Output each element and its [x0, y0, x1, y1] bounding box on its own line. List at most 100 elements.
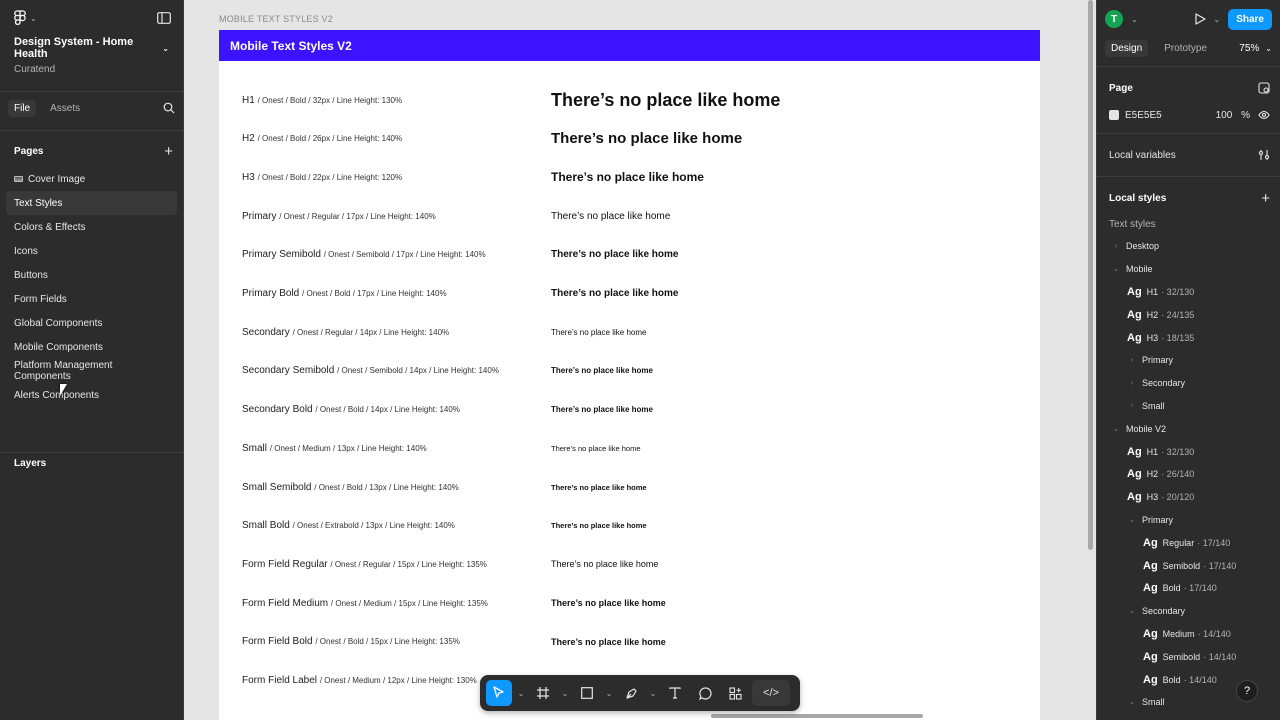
add-style-icon[interactable]: + — [1261, 190, 1270, 207]
search-icon[interactable] — [163, 102, 175, 114]
text-style-row[interactable]: Form Field Medium / Onest / Medium / 15p… — [242, 595, 1022, 611]
chevron-down-icon[interactable]: ⌄ — [1127, 607, 1137, 615]
text-style-row[interactable]: Small Semibold / Onest / Bold / 13px / L… — [242, 479, 1022, 495]
tab-design[interactable]: Design — [1105, 39, 1149, 57]
text-style-item[interactable]: Ag Regular · 17/140 — [1097, 531, 1280, 554]
chevron-right-icon[interactable]: › — [1127, 380, 1137, 387]
page-item[interactable]: Form Fields — [6, 287, 177, 311]
page-item[interactable]: Icons — [6, 239, 177, 263]
dev-mode-button[interactable]: </> — [752, 680, 790, 706]
text-style-item[interactable]: AgMedium· 13/140 — [1097, 714, 1280, 720]
text-style-row[interactable]: Primary Semibold / Onest / Semibold / 17… — [242, 247, 1022, 263]
comment-tool-button[interactable] — [692, 680, 718, 706]
text-style-row[interactable]: Secondary Bold / Onest / Bold / 14px / L… — [242, 402, 1022, 418]
chevron-down-icon[interactable]: ⌄ — [516, 689, 526, 698]
tree-item-meta: · 17/140 — [1197, 537, 1231, 548]
zoom-dropdown[interactable]: 75% ⌄ — [1239, 43, 1272, 54]
page-item[interactable]: Buttons — [6, 263, 177, 287]
text-style-item[interactable]: Ag H2 · 26/140 — [1097, 463, 1280, 486]
canvas[interactable]: MOBILE TEXT STYLES V2 Mobile Text Styles… — [185, 0, 1096, 720]
style-group[interactable]: › Primary — [1097, 349, 1280, 372]
style-group[interactable]: ⌄ Primary — [1097, 509, 1280, 532]
help-button[interactable]: ? — [1236, 680, 1258, 702]
text-style-row[interactable]: Secondary Semibold / Onest / Semibold / … — [242, 363, 1022, 379]
page-item[interactable]: Global Components — [6, 311, 177, 335]
tab-file[interactable]: File — [8, 99, 37, 117]
frame-tool-button[interactable] — [530, 680, 556, 706]
add-page-icon[interactable]: + — [164, 143, 173, 160]
text-style-item[interactable]: Ag H1 · 32/130 — [1097, 440, 1280, 463]
tab-prototype[interactable]: Prototype — [1158, 40, 1213, 57]
text-style-row[interactable]: Secondary / Onest / Regular / 14px / Lin… — [242, 324, 1022, 340]
sidebar-toggle-icon[interactable] — [157, 12, 171, 24]
page-item[interactable]: Platform Management Components — [6, 359, 177, 383]
vertical-scrollbar[interactable] — [1088, 0, 1093, 550]
text-style-item[interactable]: Ag Semibold · 17/140 — [1097, 554, 1280, 577]
text-style-item[interactable]: Ag H1 · 32/130 — [1097, 281, 1280, 304]
color-swatch[interactable] — [1109, 110, 1119, 120]
eye-icon[interactable] — [1258, 110, 1270, 120]
text-style-row[interactable]: Small / Onest / Medium / 13px / Line Hei… — [242, 440, 1022, 456]
text-tool-button[interactable] — [662, 680, 688, 706]
page-item[interactable]: Text Styles — [6, 191, 177, 215]
style-group[interactable]: › Secondary — [1097, 372, 1280, 395]
text-style-row[interactable]: Primary / Onest / Regular / 17px / Line … — [242, 208, 1022, 224]
library-icon[interactable] — [1258, 82, 1270, 94]
style-group[interactable]: › Small — [1097, 395, 1280, 418]
page-item[interactable]: Alerts Components — [6, 383, 177, 407]
chevron-right-icon[interactable]: › — [1127, 402, 1137, 409]
chevron-down-icon[interactable]: ⌄ — [1111, 425, 1121, 433]
chevron-down-icon[interactable]: ⌄ — [560, 689, 570, 698]
shape-tool-button[interactable] — [574, 680, 600, 706]
text-style-item[interactable]: Ag Bold · 17/140 — [1097, 577, 1280, 600]
move-tool-button[interactable] — [486, 680, 512, 706]
page-item[interactable]: Colors & Effects — [6, 215, 177, 239]
text-style-row[interactable]: H1 / Onest / Bold / 32px / Line Height: … — [242, 90, 1022, 110]
frame-label[interactable]: MOBILE TEXT STYLES V2 — [219, 14, 333, 24]
style-group[interactable]: › Desktop — [1097, 235, 1280, 258]
actions-tool-button[interactable] — [722, 680, 748, 706]
text-styles-frame[interactable]: Mobile Text Styles V2 H1 / Onest / Bold … — [219, 30, 1040, 720]
chevron-right-icon[interactable]: › — [1127, 357, 1137, 364]
text-style-row[interactable]: H3 / Onest / Bold / 22px / Line Height: … — [242, 169, 1022, 185]
local-variables-row[interactable]: Local variables — [1097, 140, 1280, 170]
text-style-row[interactable]: Form Field Regular / Onest / Regular / 1… — [242, 556, 1022, 572]
tree-item-label: Small — [1142, 400, 1165, 411]
text-style-row[interactable]: Primary Bold / Onest / Bold / 17px / Lin… — [242, 286, 1022, 302]
page-item[interactable]: Mobile Components — [6, 335, 177, 359]
chevron-down-icon[interactable]: ⌄ — [1127, 698, 1137, 706]
text-style-item[interactable]: Ag Semibold · 14/140 — [1097, 645, 1280, 668]
project-name[interactable]: Design System - Home Health ⌄ — [14, 36, 169, 60]
text-style-item[interactable]: Ag H3 · 18/135 — [1097, 326, 1280, 349]
chevron-down-icon[interactable]: ⌄ — [604, 689, 614, 698]
horizontal-scrollbar[interactable] — [711, 714, 923, 718]
text-style-item[interactable]: Ag H3 · 20/120 — [1097, 486, 1280, 509]
chevron-down-icon[interactable]: ⌄ — [1111, 265, 1121, 273]
main-menu[interactable]: ⌄ — [14, 10, 37, 26]
style-group[interactable]: ⌄ Secondary — [1097, 600, 1280, 623]
style-meta: / Onest / Medium / 13px / Line Height: 1… — [269, 443, 427, 453]
text-style-row[interactable]: H2 / Onest / Bold / 26px / Line Height: … — [242, 130, 1022, 147]
avatar[interactable]: T — [1105, 10, 1123, 28]
text-style-item[interactable]: Ag H2 · 24/135 — [1097, 303, 1280, 326]
tree-item-meta: · 17/140 — [1203, 560, 1237, 571]
style-group[interactable]: ⌄ Mobile — [1097, 258, 1280, 281]
chevron-right-icon[interactable]: › — [1111, 243, 1121, 250]
page-item[interactable]: Cover Image — [6, 167, 177, 191]
text-style-row[interactable]: Form Field Bold / Onest / Bold / 15px / … — [242, 634, 1022, 650]
chevron-down-icon[interactable]: ⌄ — [1127, 516, 1137, 524]
chevron-down-icon[interactable]: ⌄ — [1131, 15, 1138, 24]
page-color-hex[interactable]: E5E5E5 — [1125, 110, 1216, 121]
style-group[interactable]: ⌄ Mobile V2 — [1097, 417, 1280, 440]
share-button[interactable]: Share — [1228, 8, 1272, 30]
chevron-down-icon[interactable]: ⌄ — [648, 689, 658, 698]
tab-assets[interactable]: Assets — [44, 100, 86, 117]
chevron-down-icon[interactable]: ⌄ — [1214, 15, 1221, 24]
page-color-field[interactable]: E5E5E5 100 % — [1097, 103, 1280, 127]
text-style-row[interactable]: Small Bold / Onest / Extrabold / 13px / … — [242, 518, 1022, 534]
text-style-item[interactable]: Ag Medium · 14/140 — [1097, 623, 1280, 646]
variables-settings-icon[interactable] — [1258, 149, 1270, 161]
page-opacity[interactable]: 100 % — [1216, 110, 1250, 121]
present-play-icon[interactable] — [1194, 13, 1206, 25]
pen-tool-button[interactable] — [618, 680, 644, 706]
